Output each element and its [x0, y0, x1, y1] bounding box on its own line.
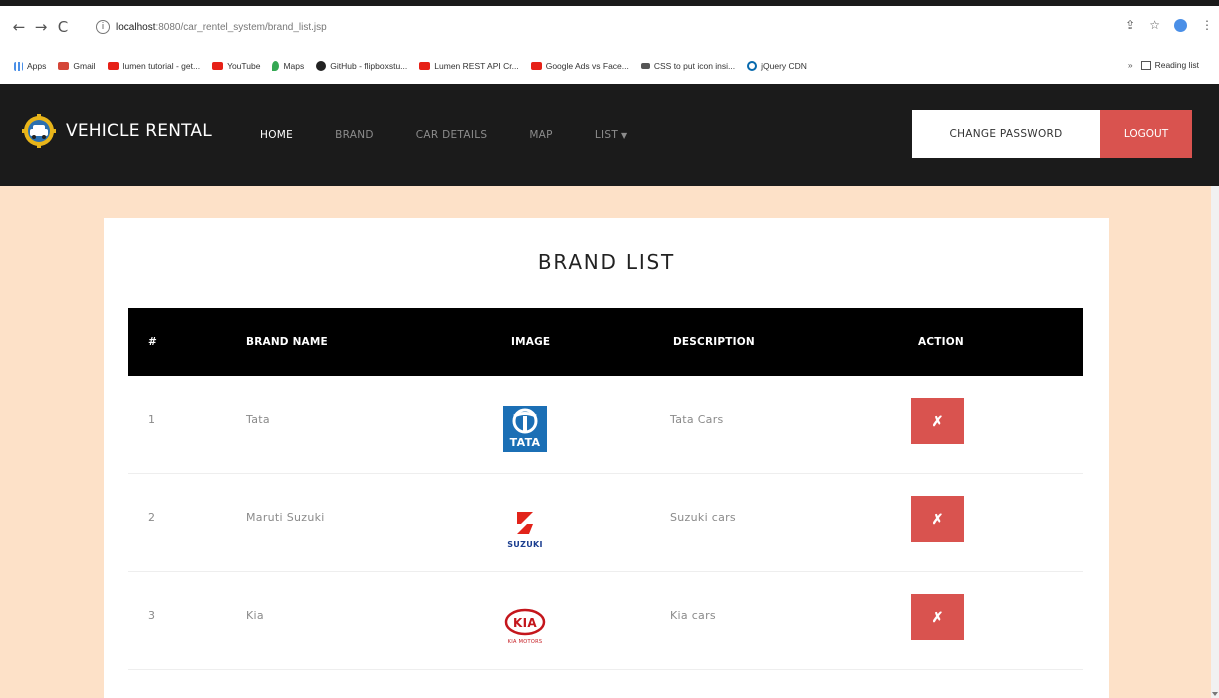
bookmark-gmail[interactable]: Gmail [58, 61, 96, 71]
maps-pin-icon [272, 61, 280, 71]
description-cell: Tata Cars [670, 413, 724, 426]
bookmark-jquery-cdn[interactable]: jQuery CDN [747, 61, 807, 71]
bookmark-google-ads[interactable]: Google Ads vs Face... [530, 61, 629, 71]
header-image: IMAGE [511, 336, 551, 348]
table-row: 2 Maruti Suzuki SUZUKI Suzuki cars ✗ [128, 474, 1083, 572]
share-icon[interactable]: ⇪ [1125, 18, 1135, 32]
youtube-icon [530, 62, 542, 70]
bookmark-star-icon[interactable]: ☆ [1149, 18, 1160, 32]
table-header: # BRAND NAME IMAGE DESCRIPTION ACTION [128, 308, 1083, 376]
header-number: # [148, 336, 157, 348]
kia-logo: KIA KIA MOTORS [504, 608, 546, 645]
bookmark-css-icon[interactable]: CSS to put icon insi... [640, 61, 735, 71]
brand-name-cell: Kia [246, 609, 264, 622]
apps-grid-icon [14, 61, 23, 71]
tata-logo-text: TATA [510, 436, 541, 449]
nav-list-label: LIST [594, 129, 619, 141]
github-icon [316, 61, 327, 71]
url-host: localhost [116, 21, 156, 33]
row-number: 1 [148, 413, 156, 426]
header-description: DESCRIPTION [673, 336, 755, 348]
header-brand-name: BRAND NAME [246, 336, 328, 348]
row-number: 3 [148, 609, 156, 622]
reading-list-icon [1140, 60, 1151, 70]
youtube-icon [212, 62, 224, 70]
bookmarks-right: » Reading list [1128, 60, 1211, 70]
delete-button[interactable]: ✗ [911, 594, 964, 640]
youtube-icon [419, 62, 431, 70]
brand-name-cell: Tata [246, 413, 270, 426]
youtube-icon [107, 62, 119, 70]
forward-arrow-icon[interactable]: → [30, 16, 52, 38]
bookmark-apps[interactable]: Apps [14, 61, 46, 71]
address-row: ← → C i localhost :8080/car_rentel_syste… [0, 12, 1219, 42]
jquery-icon [747, 61, 758, 71]
brand-home-link[interactable]: VEHICLE RENTAL [22, 114, 212, 148]
tata-logo: TATA [503, 406, 547, 452]
suzuki-logo-text: SUZUKI [507, 540, 543, 549]
change-password-button[interactable]: CHANGE PASSWORD [912, 110, 1100, 158]
bookmarks-more-icon[interactable]: » [1128, 60, 1133, 70]
gmail-icon [58, 62, 70, 70]
browser-chrome: ← → C i localhost :8080/car_rentel_syste… [0, 0, 1219, 84]
profile-avatar-icon[interactable] [1174, 18, 1187, 32]
bookmark-github[interactable]: GitHub - flipboxstu... [316, 61, 407, 71]
row-number: 2 [148, 511, 156, 524]
site-info-icon[interactable]: i [96, 20, 110, 34]
nav-car-details[interactable]: CAR DETAILS [416, 129, 488, 141]
caret-down-icon: ▼ [621, 131, 628, 140]
kia-motors-text: KIA MOTORS [508, 639, 543, 645]
browser-actions: ⇪ ☆ ⋮ [1125, 18, 1213, 32]
page-title: BRAND LIST [537, 250, 676, 274]
brand-name-cell: Maruti Suzuki [246, 511, 325, 524]
nav-links: HOME BRAND CAR DETAILS MAP LIST ▼ [260, 129, 670, 141]
header-action: ACTION [918, 336, 964, 348]
table-row: 1 Tata TATA Tata Cars ✗ [128, 376, 1083, 474]
bookmarks-bar: Apps Gmail lumen tutorial - get... YouTu… [0, 54, 1219, 78]
reload-icon[interactable]: C [52, 16, 74, 38]
nav-home[interactable]: HOME [260, 129, 293, 141]
brand-name: VEHICLE RENTAL [66, 121, 212, 141]
kia-logo-text: KIA [513, 616, 537, 630]
url-bar[interactable]: i localhost :8080/car_rentel_system/bran… [96, 16, 1136, 38]
table-row: 3 Kia KIA KIA MOTORS Kia cars ✗ [128, 572, 1083, 670]
url-path: :8080/car_rentel_system/brand_list.jsp [155, 21, 327, 33]
bookmark-lumen-rest[interactable]: Lumen REST API Cr... [419, 61, 519, 71]
delete-button[interactable]: ✗ [911, 496, 964, 542]
nav-brand[interactable]: BRAND [335, 129, 374, 141]
bookmark-youtube[interactable]: YouTube [212, 61, 260, 71]
vehicle-rental-logo-icon [22, 114, 56, 148]
suzuki-logo: SUZUKI [507, 512, 543, 549]
description-cell: Suzuki cars [670, 511, 736, 524]
scroll-down-arrow-icon[interactable] [1212, 692, 1218, 696]
delete-button[interactable]: ✗ [911, 398, 964, 444]
bookmark-maps[interactable]: Maps [272, 61, 304, 71]
description-cell: Kia cars [670, 609, 716, 622]
back-arrow-icon[interactable]: ← [8, 16, 30, 38]
nav-map[interactable]: MAP [529, 129, 552, 141]
logout-button[interactable]: LOGOUT [1100, 110, 1192, 158]
bookmark-lumen-tutorial[interactable]: lumen tutorial - get... [107, 61, 200, 71]
page-scrollbar[interactable] [1211, 186, 1219, 698]
nav-list-dropdown[interactable]: LIST ▼ [595, 129, 628, 141]
menu-kebab-icon[interactable]: ⋮ [1201, 18, 1213, 32]
reading-list[interactable]: Reading list [1140, 60, 1199, 70]
css-icon [640, 63, 650, 69]
